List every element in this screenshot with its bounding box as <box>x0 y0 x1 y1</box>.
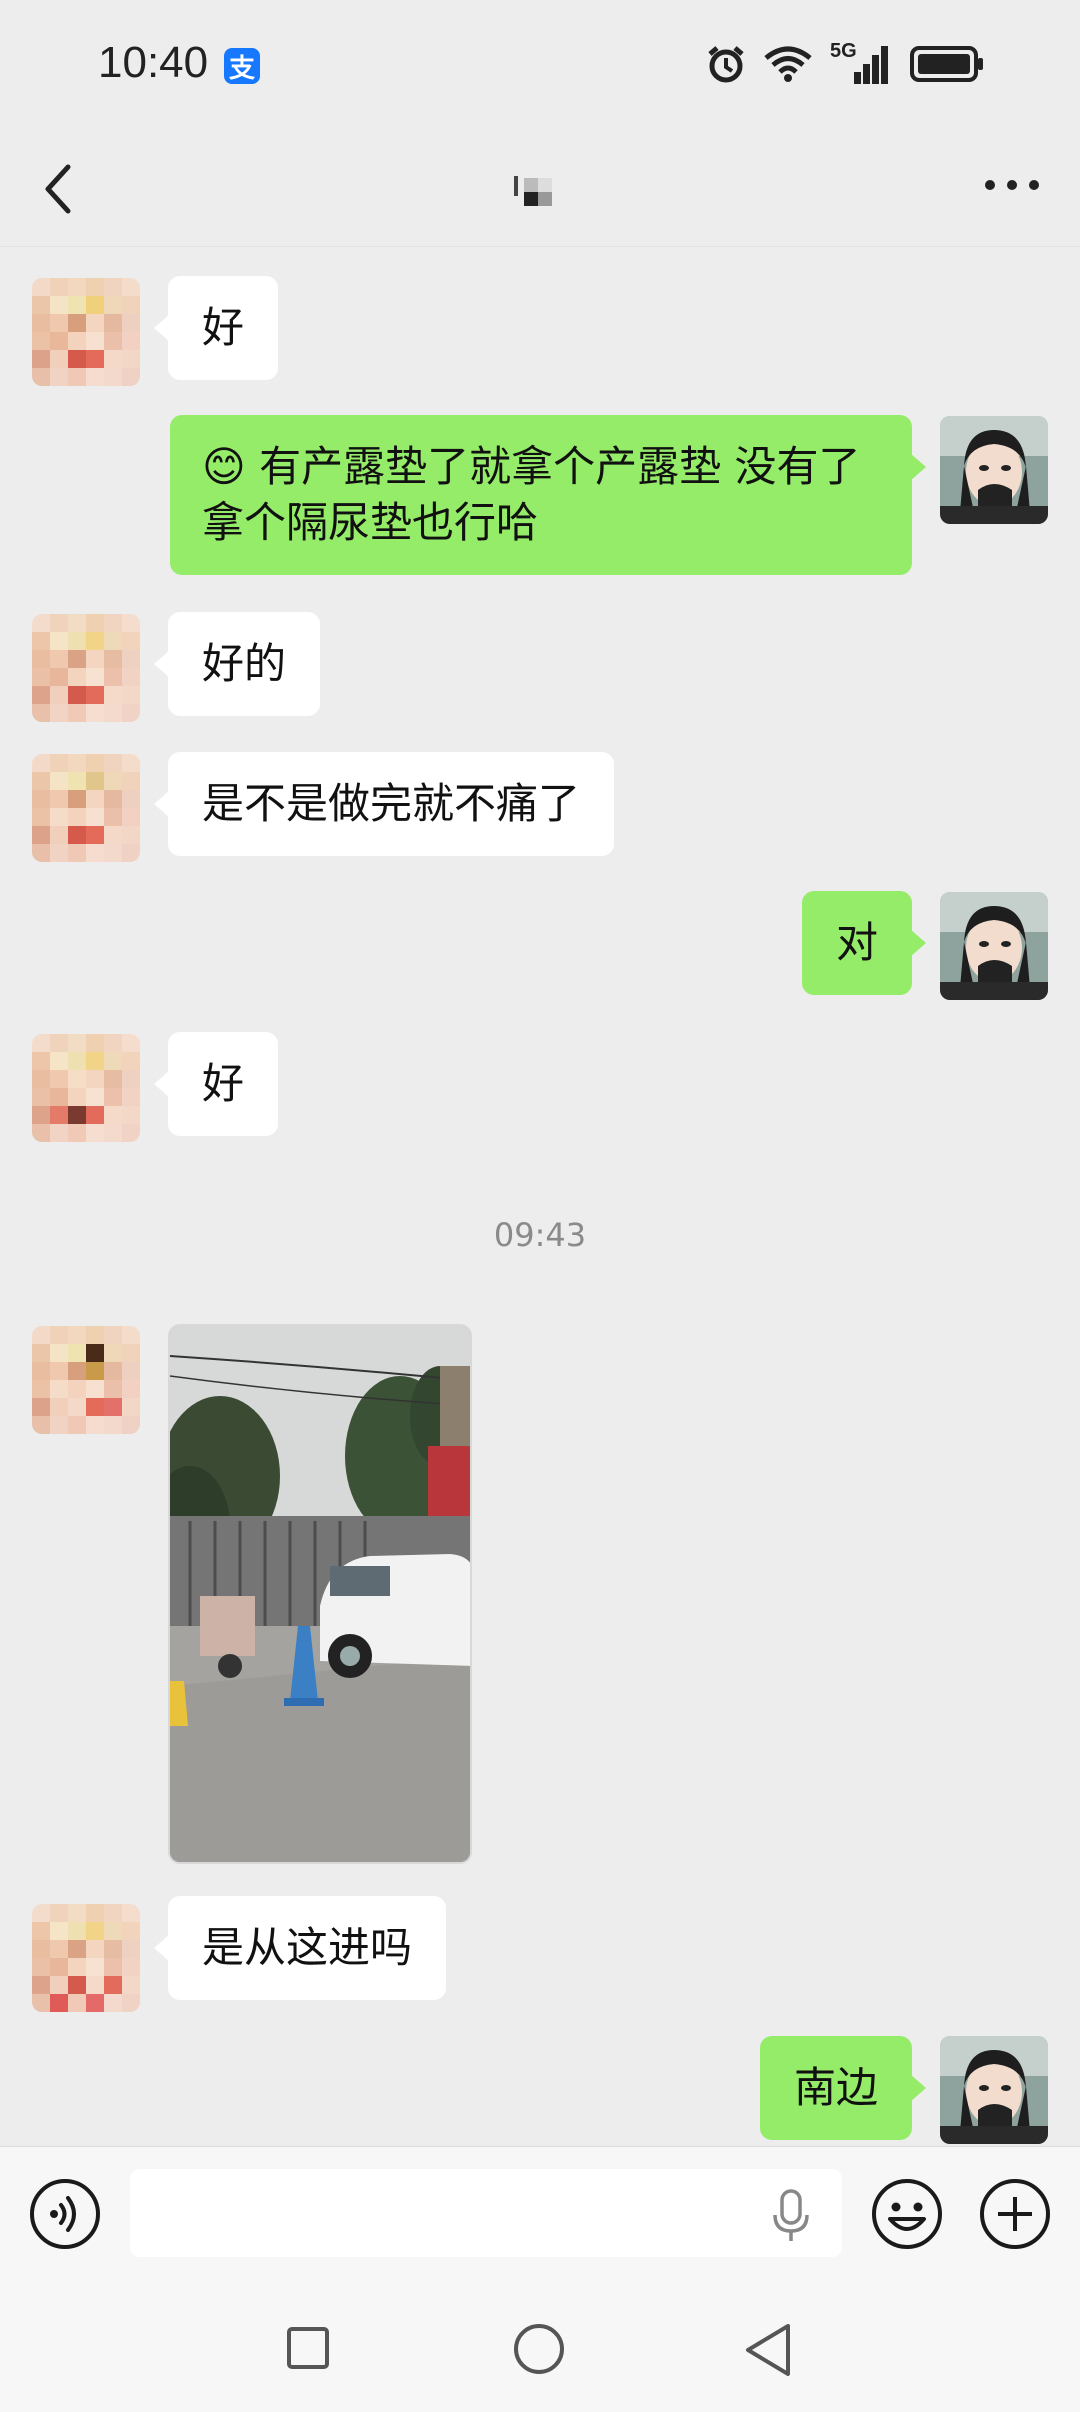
status-icons: 5G <box>706 40 986 84</box>
message-bubble-received[interactable]: 是不是做完就不痛了 <box>153 752 615 856</box>
recents-square-icon[interactable] <box>286 2326 330 2370</box>
contact-avatar[interactable] <box>32 614 140 722</box>
status-bar: 10:40 支 5G <box>0 0 1080 135</box>
message-text: 有产露垫了就拿个产露垫 没有了拿个隔尿垫也行哈 <box>202 442 861 547</box>
signal-icon: 5G <box>830 40 892 84</box>
message-input[interactable] <box>130 2169 842 2257</box>
voice-mode-button[interactable] <box>28 2177 102 2251</box>
chat-title-redacted <box>514 176 552 206</box>
more-options-button[interactable] <box>982 175 1042 195</box>
my-avatar[interactable] <box>940 892 1048 1000</box>
smile-emoji-icon: 😊 <box>202 442 246 491</box>
plus-button[interactable] <box>978 2177 1052 2251</box>
image-message[interactable] <box>168 1324 472 1864</box>
contact-avatar[interactable] <box>32 1326 140 1434</box>
message-bubble-sent[interactable]: 南边 <box>759 2036 927 2140</box>
message-bubble-received[interactable]: 好的 <box>153 612 321 716</box>
message-bubble-received[interactable]: 好 <box>153 276 279 380</box>
system-nav-bar <box>0 2278 1080 2412</box>
home-circle-icon[interactable] <box>512 2322 566 2376</box>
contact-avatar[interactable] <box>32 754 140 862</box>
message-timestamp: 09:43 <box>493 1216 587 1254</box>
message-bubble-received[interactable]: 好 <box>153 1032 279 1136</box>
battery-icon <box>910 46 983 82</box>
emoji-button[interactable] <box>870 2177 944 2251</box>
mic-icon[interactable] <box>770 2189 812 2243</box>
contact-avatar[interactable] <box>32 1034 140 1142</box>
alarm-icon <box>708 46 744 83</box>
my-avatar[interactable] <box>940 416 1048 524</box>
contact-avatar[interactable] <box>32 1904 140 2012</box>
status-time: 10:40 <box>98 38 209 87</box>
wifi-icon <box>764 46 812 82</box>
message-list[interactable]: 好 😊 有产露垫了就拿个产露垫 没有了拿个隔尿垫也行哈 好的 是不是做完就不痛了… <box>0 248 1080 2144</box>
contact-avatar[interactable] <box>32 278 140 386</box>
input-bar <box>0 2146 1080 2278</box>
alipay-badge-icon: 支 <box>224 48 260 84</box>
my-avatar[interactable] <box>940 2036 1048 2144</box>
message-bubble-sent[interactable]: 😊 有产露垫了就拿个产露垫 没有了拿个隔尿垫也行哈 <box>170 415 926 575</box>
message-bubble-received[interactable]: 是从这进吗 <box>153 1896 447 2000</box>
message-bubble-sent[interactable]: 对 <box>801 891 927 995</box>
back-triangle-icon[interactable] <box>742 2322 794 2378</box>
back-button[interactable] <box>38 161 78 217</box>
